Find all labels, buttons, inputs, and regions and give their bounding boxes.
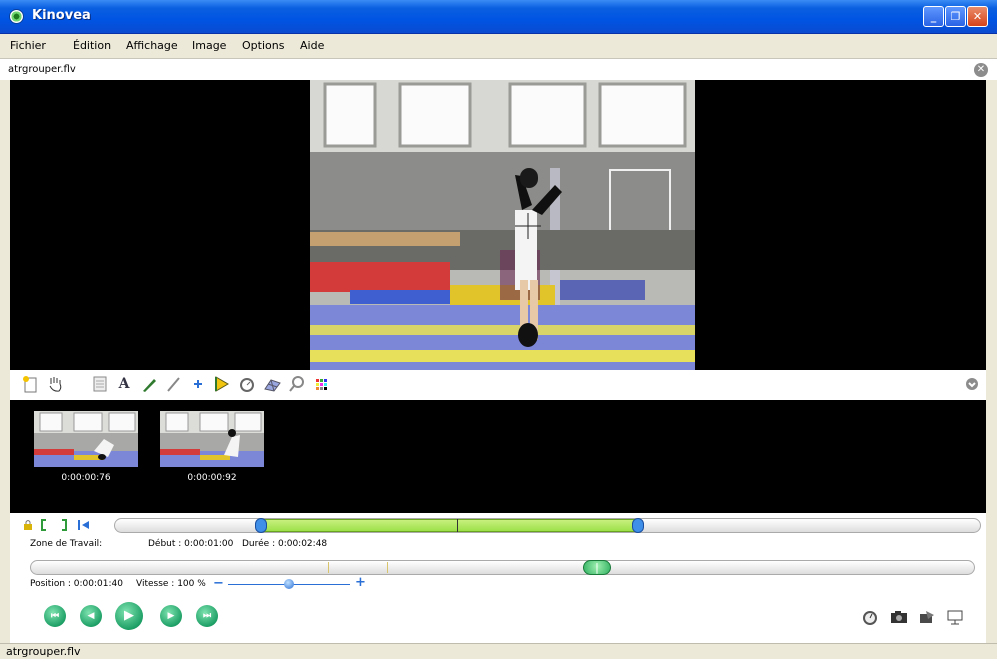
playback-controls: Zone de Travail: Début : 0:00:01:00 Duré… bbox=[10, 513, 986, 643]
speed-slider-knob[interactable] bbox=[284, 579, 294, 589]
keyframe-thumbnail[interactable] bbox=[160, 411, 264, 467]
working-zone-end-handle[interactable] bbox=[632, 518, 645, 533]
app-window: Kinovea _ ❐ ✕ Fichier Édition Affichage … bbox=[0, 0, 997, 659]
hand-icon[interactable] bbox=[45, 374, 65, 394]
snapshot-icon[interactable] bbox=[890, 609, 908, 625]
pencil-icon[interactable] bbox=[139, 374, 159, 394]
position-zone-mark bbox=[387, 562, 388, 573]
status-bar: atrgrouper.flv bbox=[0, 643, 997, 659]
speed-plus-icon[interactable]: + bbox=[355, 575, 366, 590]
position-label: Position : 0:00:01:40 bbox=[30, 579, 123, 589]
position-track[interactable] bbox=[30, 560, 975, 575]
keyframe-time: 0:00:00:92 bbox=[187, 473, 237, 483]
working-zone-start: Début : 0:00:01:00 bbox=[148, 539, 234, 549]
title-bar[interactable]: Kinovea _ ❐ ✕ bbox=[0, 0, 997, 34]
kinovea-app-icon bbox=[9, 9, 24, 24]
angle-icon[interactable] bbox=[212, 374, 232, 394]
first-frame-button[interactable]: ⏮ bbox=[44, 605, 66, 627]
working-zone-start-handle[interactable] bbox=[255, 518, 268, 533]
color-icon[interactable] bbox=[312, 374, 332, 394]
speed-label: Vitesse : 100 % bbox=[136, 579, 206, 589]
keyframe-thumbnail[interactable] bbox=[34, 411, 138, 467]
file-tab-close-icon[interactable]: ✕ bbox=[974, 63, 988, 77]
keyframes-panel: 0:00:00:76 0:00:00:92 bbox=[10, 400, 986, 513]
video-frame[interactable] bbox=[310, 80, 695, 370]
menu-aide[interactable]: Aide bbox=[300, 39, 324, 52]
menu-options[interactable]: Options bbox=[242, 39, 284, 52]
menu-bar: Fichier Édition Affichage Image Options … bbox=[0, 34, 997, 58]
play-button[interactable]: ▶ bbox=[115, 602, 143, 630]
magnifier-icon[interactable] bbox=[287, 374, 307, 394]
timer-icon[interactable] bbox=[861, 609, 879, 625]
maximize-button[interactable]: ❐ bbox=[945, 6, 966, 27]
working-zone-duration: Durée : 0:00:02:48 bbox=[242, 539, 328, 549]
last-frame-button[interactable]: ⏭ bbox=[196, 605, 218, 627]
menu-fichier[interactable]: Fichier bbox=[10, 39, 46, 52]
working-zone-label: Zone de Travail: bbox=[30, 539, 103, 549]
drawing-toolbar: A bbox=[10, 370, 986, 400]
working-zone-cursor-mark bbox=[457, 519, 459, 532]
set-start-icon[interactable] bbox=[40, 519, 48, 531]
close-button[interactable]: ✕ bbox=[967, 6, 988, 27]
file-tab[interactable]: atrgrouper.flv ✕ bbox=[0, 58, 997, 80]
video-frame-image bbox=[310, 80, 695, 370]
go-to-start-icon[interactable] bbox=[77, 519, 91, 531]
status-text: atrgrouper.flv bbox=[6, 645, 81, 658]
file-tab-name: atrgrouper.flv bbox=[8, 64, 76, 75]
speed-minus-icon[interactable]: − bbox=[213, 576, 224, 591]
keyframe-time: 0:00:00:76 bbox=[61, 473, 111, 483]
add-keyframe-icon[interactable] bbox=[20, 374, 40, 394]
comment-icon[interactable] bbox=[90, 374, 110, 394]
collapse-panel-icon[interactable] bbox=[962, 374, 982, 394]
position-zone-mark bbox=[328, 562, 329, 573]
working-zone-selection[interactable] bbox=[261, 519, 639, 532]
lock-icon[interactable] bbox=[22, 519, 34, 531]
menu-affichage[interactable]: Affichage bbox=[126, 39, 178, 52]
menu-edition[interactable]: Édition bbox=[73, 39, 111, 52]
cross-icon[interactable] bbox=[188, 374, 208, 394]
save-video-icon[interactable] bbox=[918, 609, 936, 625]
presentation-icon[interactable] bbox=[946, 609, 964, 625]
line-icon[interactable] bbox=[164, 374, 184, 394]
grid-icon[interactable] bbox=[262, 374, 282, 394]
text-icon[interactable]: A bbox=[114, 374, 134, 394]
set-end-icon[interactable] bbox=[60, 519, 68, 531]
next-frame-button[interactable]: ▶ bbox=[160, 605, 182, 627]
minimize-button[interactable]: _ bbox=[923, 6, 944, 27]
window-title: Kinovea bbox=[32, 8, 91, 23]
chrono-icon[interactable] bbox=[237, 374, 257, 394]
position-cursor[interactable]: | bbox=[583, 560, 611, 575]
menu-image[interactable]: Image bbox=[192, 39, 226, 52]
previous-frame-button[interactable]: ◀ bbox=[80, 605, 102, 627]
